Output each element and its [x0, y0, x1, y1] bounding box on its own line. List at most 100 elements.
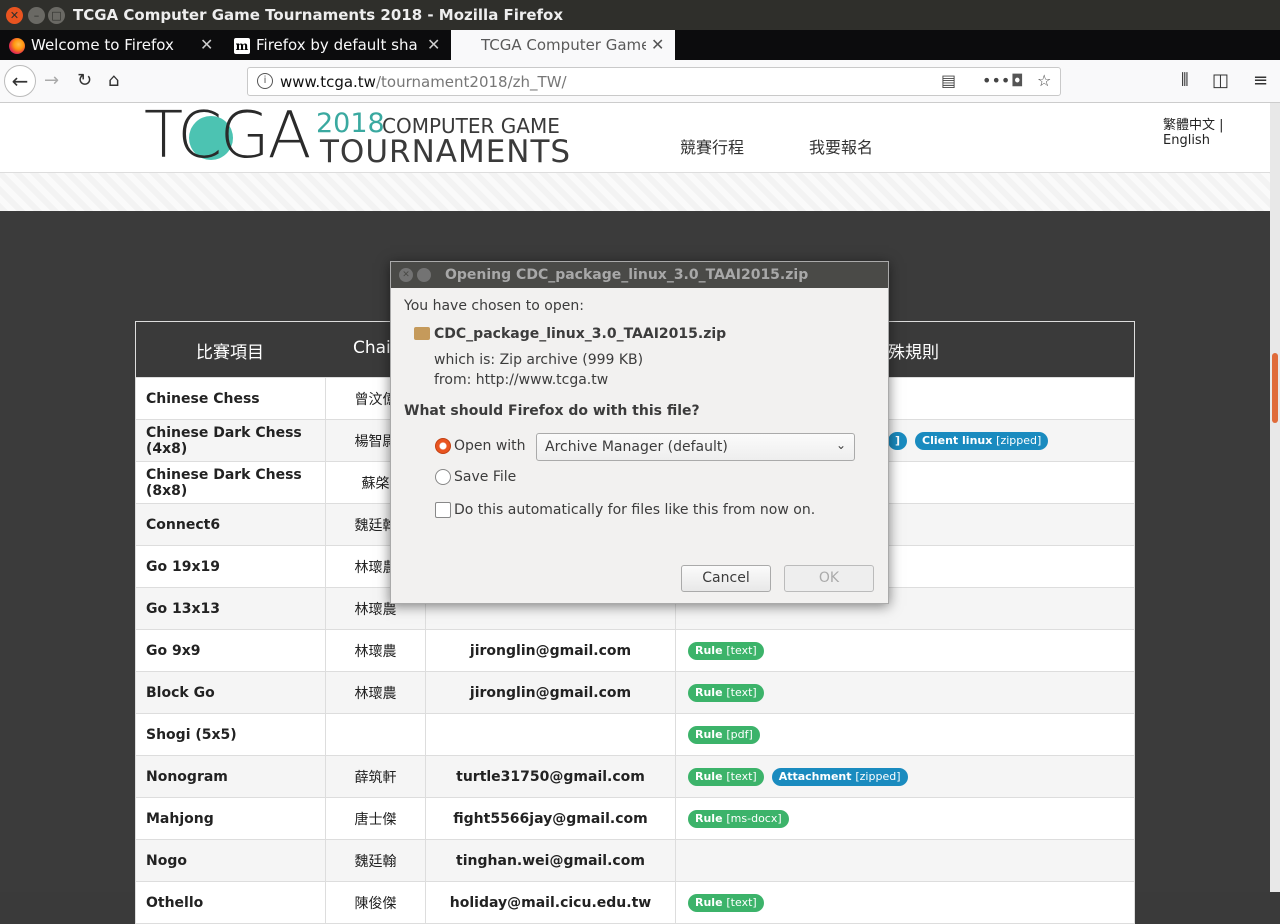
forward-arrow-icon[interactable]: → — [44, 71, 59, 91]
reload-icon[interactable]: ↻ — [77, 71, 92, 91]
dialog-close-icon[interactable]: ✕ — [399, 268, 413, 282]
chair-cell: 林瓌農 — [326, 630, 426, 671]
rule-badge-link[interactable]: Attachment [zipped] — [771, 767, 908, 786]
file-name: CDC_package_linux_3.0_TAAI2015.zip — [434, 326, 727, 342]
menu-register[interactable]: 我要報名 — [809, 134, 873, 158]
cancel-button[interactable]: Cancel — [681, 565, 771, 592]
rules-cell — [676, 840, 1134, 881]
reader-view-icon[interactable]: ▤ — [941, 71, 956, 90]
home-icon[interactable]: ⌂ — [108, 71, 119, 91]
window-maximize-icon[interactable]: □ — [48, 7, 65, 24]
close-tab-icon[interactable]: ✕ — [427, 35, 440, 54]
badge-type: [text] — [726, 895, 757, 909]
email-cell[interactable] — [426, 714, 676, 755]
dialog-minimize-icon[interactable] — [417, 268, 431, 282]
chair-cell: 魏廷翰 — [326, 840, 426, 881]
window-close-icon[interactable]: ✕ — [6, 7, 23, 24]
window-title: TCGA Computer Game Tournaments 2018 - Mo… — [73, 6, 564, 24]
tab-tcga[interactable]: TCGA Computer Game Tournaments ✕ — [451, 30, 675, 60]
save-file-label[interactable]: Save File — [454, 469, 516, 485]
header-rules: 殊規則 — [888, 343, 939, 363]
rules-cell: Rule [text] Attachment [zipped] — [676, 756, 1134, 797]
email-cell[interactable]: turtle31750@gmail.com — [426, 756, 676, 797]
table-row: Block Go 林瓌農 jironglin@gmail.com Rule [text… — [136, 671, 1134, 713]
back-arrow-icon[interactable]: ← — [4, 65, 36, 97]
badge-type: [text] — [726, 769, 757, 783]
email-cell[interactable]: fight5566jay@gmail.com — [426, 798, 676, 839]
library-icon[interactable]: ⫴ — [1181, 71, 1189, 91]
rule-badge-link[interactable]: ] — [888, 431, 908, 450]
url-bar[interactable]: i www.tcga.tw/tournament2018/zh_TW/ ▤ ••… — [247, 67, 1061, 96]
game-name-cell: Nogo — [136, 840, 326, 881]
game-name-cell: Block Go — [136, 672, 326, 713]
badge-type: [zipped] — [855, 769, 901, 783]
rule-badge-link[interactable]: Client linux [zipped] — [915, 431, 1049, 450]
logo-tcga: TCGA — [144, 99, 311, 173]
game-name-cell: Go 9x9 — [136, 630, 326, 671]
page-scrollbar[interactable] — [1270, 103, 1280, 892]
tab-label: Firefox by default shares — [256, 36, 418, 54]
auto-action-label[interactable]: Do this automatically for files like thi… — [454, 502, 815, 518]
tab-label: TCGA Computer Game Tournaments — [481, 36, 646, 54]
lang-en-link[interactable]: English — [1163, 133, 1210, 148]
sidebar-icon[interactable]: ◫ — [1212, 71, 1229, 91]
email-cell[interactable]: jironglin@gmail.com — [426, 672, 676, 713]
rules-cell: Rule [text] — [676, 630, 1134, 671]
rules-cell: Rule [text] — [676, 672, 1134, 713]
auto-action-checkbox[interactable] — [435, 502, 451, 518]
badge-label: Rule — [695, 685, 723, 699]
chair-cell: 薛筑軒 — [326, 756, 426, 797]
badge-type: [text] — [726, 643, 757, 657]
rule-badge-link[interactable]: Rule [text] — [688, 893, 764, 912]
info-icon[interactable]: i — [257, 73, 273, 89]
rule-badge-link[interactable]: Rule [pdf] — [688, 725, 760, 744]
file-source: from: http://www.tcga.tw — [434, 372, 609, 388]
hamburger-menu-icon[interactable]: ≡ — [1253, 71, 1268, 91]
url-text[interactable]: www.tcga.tw/tournament2018/zh_TW/ — [280, 73, 567, 91]
open-with-label[interactable]: Open with — [454, 438, 526, 454]
game-name-cell: Othello — [136, 882, 326, 923]
ok-button[interactable]: OK — [784, 565, 874, 592]
email-cell[interactable]: jironglin@gmail.com — [426, 630, 676, 671]
lang-zh-link[interactable]: 繁體中文 — [1163, 118, 1215, 133]
navigation-toolbar: ← → ↻ ⌂ i www.tcga.tw/tournament2018/zh_… — [0, 60, 1280, 103]
email-cell[interactable]: tinghan.wei@gmail.com — [426, 840, 676, 881]
dialog-title: Opening CDC_package_linux_3.0_TAAI2015.z… — [445, 267, 809, 283]
menu-schedule[interactable]: 競賽行程 — [680, 134, 744, 158]
site-header: TCGA 2018 COMPUTER GAME TOURNAMENTS 競賽行程… — [0, 103, 1270, 173]
dialog-titlebar: ✕ Opening CDC_package_linux_3.0_TAAI2015… — [391, 262, 888, 288]
lang-separator: | — [1219, 118, 1224, 133]
application-select[interactable]: Archive Manager (default) ⌄ — [536, 433, 855, 461]
badge-label: Rule — [695, 643, 723, 657]
rule-badge-link[interactable]: Rule [ms-docx] — [688, 809, 789, 828]
rule-badge-link[interactable]: Rule [text] — [688, 767, 764, 786]
email-cell[interactable]: holiday@mail.cicu.edu.tw — [426, 882, 676, 923]
question-label: What should Firefox do with this file? — [404, 403, 700, 419]
tab-medium[interactable]: m Firefox by default shares ✕ — [225, 30, 450, 60]
bookmark-star-icon[interactable]: ☆ — [1037, 71, 1051, 90]
open-with-radio[interactable] — [435, 438, 451, 454]
game-name-cell: Nonogram — [136, 756, 326, 797]
rules-cell: Rule [text] — [676, 882, 1134, 923]
save-file-radio[interactable] — [435, 469, 451, 485]
tcga-logo[interactable]: TCGA 2018 COMPUTER GAME TOURNAMENTS — [144, 104, 574, 168]
close-tab-icon[interactable]: ✕ — [200, 35, 213, 54]
pocket-icon[interactable]: ◘ — [1011, 71, 1024, 90]
badge-label: Client linux — [922, 433, 993, 447]
tab-welcome[interactable]: Welcome to Firefox ✕ — [0, 30, 225, 60]
rule-badge-link[interactable]: Rule [text] — [688, 641, 764, 660]
page-actions-icon[interactable]: ••• — [982, 71, 1010, 90]
badge-type: [text] — [726, 685, 757, 699]
window-minimize-icon[interactable]: – — [28, 7, 45, 24]
chair-cell: 唐士傑 — [326, 798, 426, 839]
game-name-cell: Chinese Dark Chess (8x8) — [136, 462, 326, 503]
close-tab-icon[interactable]: ✕ — [651, 35, 664, 54]
badge-type: [zipped] — [996, 433, 1042, 447]
game-name-cell: Go 13x13 — [136, 588, 326, 629]
table-row: Go 9x9 林瓌農 jironglin@gmail.com Rule [text] — [136, 629, 1134, 671]
table-row: Nogo 魏廷翰 tinghan.wei@gmail.com — [136, 839, 1134, 881]
scrollbar-thumb[interactable] — [1272, 353, 1278, 423]
rule-badge-link[interactable]: Rule [text] — [688, 683, 764, 702]
badge-label: Rule — [695, 769, 723, 783]
badge-label: Rule — [695, 811, 723, 825]
